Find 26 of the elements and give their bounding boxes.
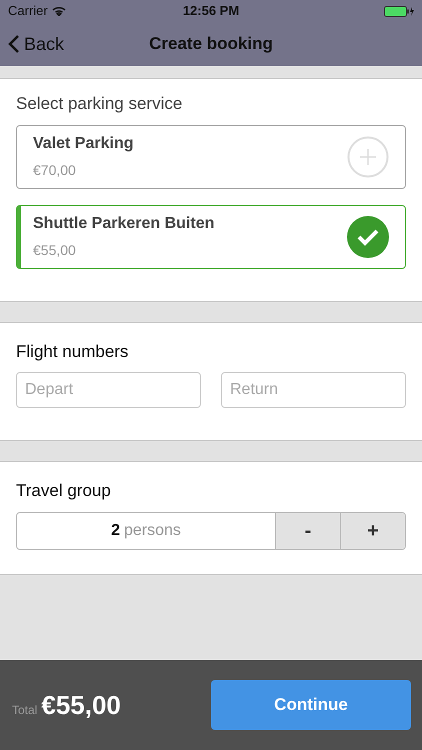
total-amount: €55,00 <box>41 688 121 722</box>
total-label: Total <box>12 702 38 718</box>
wifi-icon <box>52 6 66 16</box>
person-unit: persons <box>124 520 181 540</box>
carrier-label: Carrier <box>8 2 48 20</box>
plus-circle-icon <box>347 136 389 178</box>
flight-number-field[interactable]: Depart <box>16 372 201 408</box>
screen-title: Create booking <box>149 33 273 56</box>
stepper-button[interactable]: + <box>340 512 405 548</box>
section-heading: Flight numbers <box>16 340 130 362</box>
back-button[interactable]: Back <box>8 30 64 58</box>
check-icon <box>347 216 389 258</box>
service-price: €70,00 <box>33 161 77 180</box>
service-option[interactable]: Valet Parking €70,00 <box>16 124 406 188</box>
chevron-left-icon <box>8 34 20 54</box>
service-price: €55,00 <box>33 241 77 260</box>
section-heading: Select parking service <box>16 93 184 115</box>
section-heading: Travel group <box>16 480 112 502</box>
flight-number-field[interactable]: Return <box>221 372 406 408</box>
clock-time: 12:56 PM <box>182 2 240 20</box>
battery-icon <box>384 6 414 16</box>
service-name: Valet Parking <box>33 134 134 154</box>
stepper-button[interactable]: - <box>275 512 340 548</box>
service-name: Shuttle Parkeren Buiten <box>33 214 214 234</box>
service-option[interactable]: Shuttle Parkeren Buiten €55,00 <box>16 204 406 268</box>
person-count: 2 <box>111 520 120 540</box>
